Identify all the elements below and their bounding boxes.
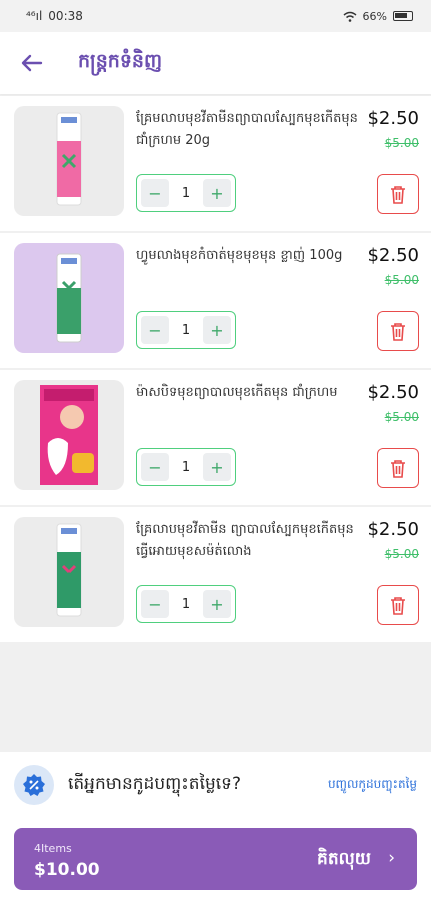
checkout-label: គិតលុយ [317,849,371,869]
signal-indicator: ⁴⁶ıl [26,9,43,23]
product-image [14,517,124,627]
arrow-left-icon [21,54,43,72]
trash-icon [391,459,405,478]
cart-item: ហ្វូមលាងមុខកំចាត់មុខមុខមុន ខ្លាញ់ 100g $… [0,233,431,368]
quantity-stepper: − 1 + [136,311,236,349]
decrease-button[interactable]: − [141,179,169,207]
cart-item: ម៉ាសបិទមុខព្យាបាលមុខកើតមុន ជាំក្រហម $2.5… [0,370,431,505]
cart-list: គ្រែមលាបមុខវីតាមីនព្យាបាលស្បែកមុខកើតមុន … [0,96,431,644]
quantity-value: 1 [181,596,191,612]
product-price: $2.50 [367,245,419,266]
delete-button[interactable] [377,448,419,488]
product-old-price: $5.00 [384,273,419,287]
quantity-value: 1 [181,322,191,338]
decrease-button[interactable]: − [141,453,169,481]
product-name: ម៉ាសបិទមុខព្យាបាលមុខកើតមុន ជាំក្រហម [136,385,338,400]
cart-item: គ្រែលាបមុខវីតាមីន ព្យាបាលស្បែកមុខកើតមុនធ… [0,507,431,642]
product-image [14,380,124,490]
product-price: $2.50 [367,108,419,129]
increase-button[interactable]: + [203,590,231,618]
product-name: គ្រែមលាបមុខវីតាមីនព្យាបាលស្បែកមុខកើតមុន … [136,111,358,148]
chevron-right-icon: › [388,848,395,868]
checkout-bar: 4Items $10.00 គិតលុយ › [0,818,431,900]
product-price: $2.50 [367,382,419,403]
status-bar: ⁴⁶ıl 00:38 66% [0,0,431,32]
delete-button[interactable] [377,585,419,625]
increase-button[interactable]: + [203,453,231,481]
trash-icon [391,185,405,204]
back-button[interactable] [0,32,64,94]
status-left: ⁴⁶ıl 00:38 [26,9,83,23]
delete-button[interactable] [377,174,419,214]
cart-item: គ្រែមលាបមុខវីតាមីនព្យាបាលស្បែកមុខកើតមុន … [0,96,431,231]
product-image [14,243,124,353]
trash-icon [391,596,405,615]
trash-icon [391,322,405,341]
page-title: កន្ត្រកទំនិញ [78,50,163,72]
promo-question: តើអ្នកមានកូដបញ្ចុះតម្លៃទេ? [68,773,241,794]
product-price: $2.50 [367,519,419,540]
promo-code-bar: តើអ្នកមានកូដបញ្ចុះតម្លៃទេ? បញ្ចូលកូដបញ្ច… [0,752,431,818]
decrease-button[interactable]: − [141,316,169,344]
battery-icon [393,11,413,21]
increase-button[interactable]: + [203,316,231,344]
wifi-icon [343,11,357,22]
status-right: 66% [343,10,413,23]
product-image [14,106,124,216]
product-old-price: $5.00 [384,547,419,561]
quantity-value: 1 [181,459,191,475]
increase-button[interactable]: + [203,179,231,207]
quantity-stepper: − 1 + [136,585,236,623]
app-header: កន្ត្រកទំនិញ [0,32,431,94]
product-old-price: $5.00 [384,410,419,424]
clock: 00:38 [48,9,83,23]
quantity-stepper: − 1 + [136,174,236,212]
product-old-price: $5.00 [384,136,419,150]
total-price: $10.00 [34,860,100,880]
item-count: 4Items [34,842,72,855]
product-name: គ្រែលាបមុខវីតាមីន ព្យាបាលស្បែកមុខកើតមុនធ… [136,522,354,559]
enter-promo-code-link[interactable]: បញ្ចូលកូដបញ្ចុះតម្លៃ [328,776,417,794]
product-name: ហ្វូមលាងមុខកំចាត់មុខមុខមុន ខ្លាញ់ 100g [136,248,343,263]
delete-button[interactable] [377,311,419,351]
battery-percent: 66% [362,9,387,23]
quantity-stepper: − 1 + [136,448,236,486]
quantity-value: 1 [181,185,191,201]
decrease-button[interactable]: − [141,590,169,618]
discount-icon [14,765,54,805]
checkout-button[interactable]: 4Items $10.00 គិតលុយ › [14,828,417,890]
